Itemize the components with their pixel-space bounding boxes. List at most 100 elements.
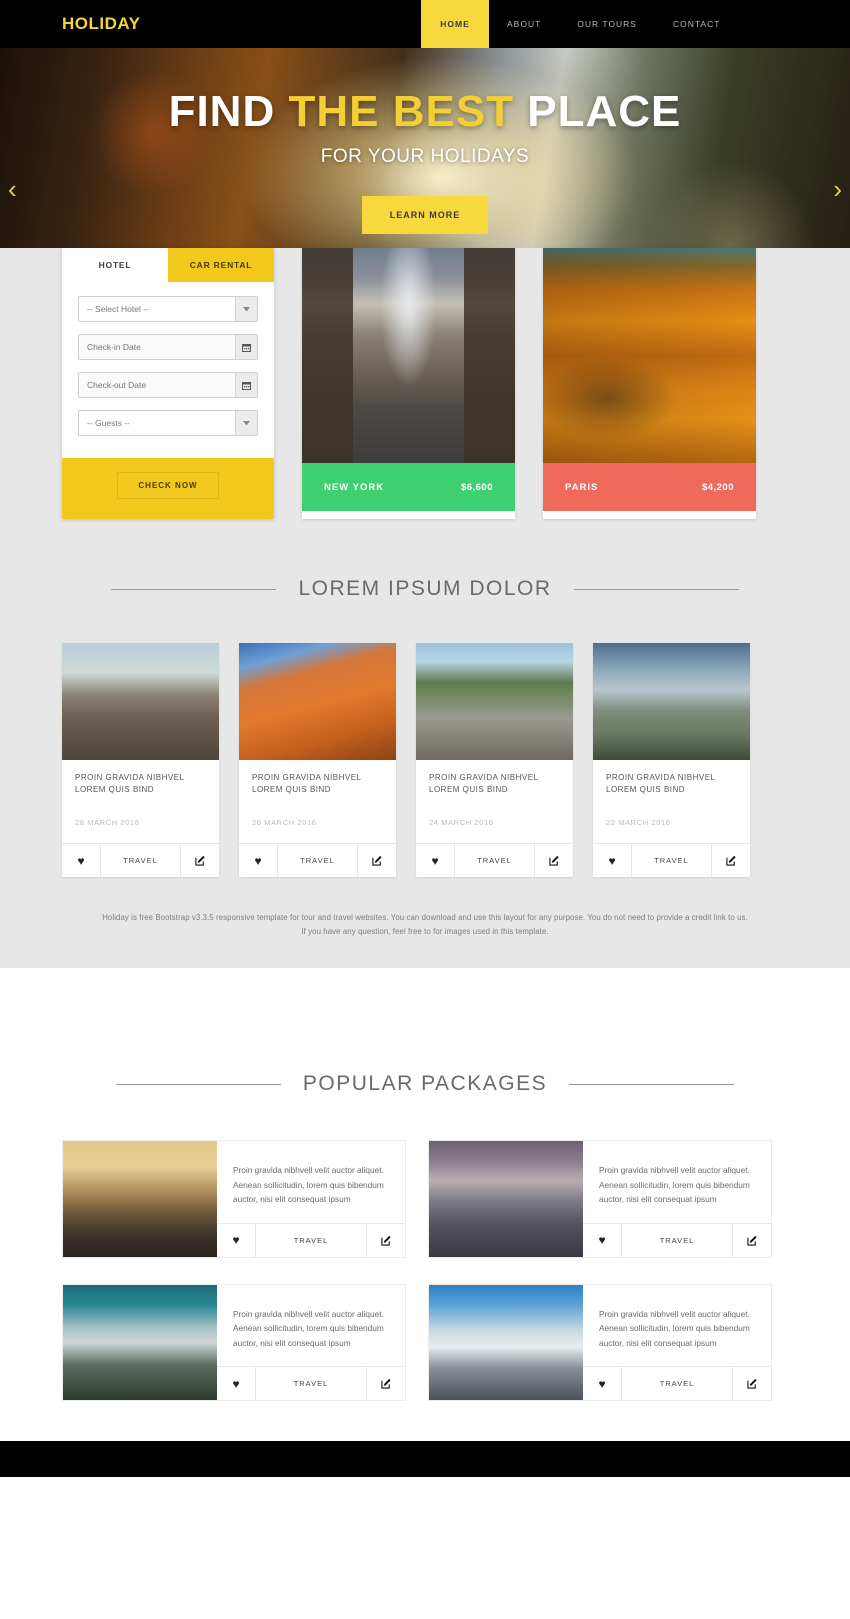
blog-category[interactable]: TRAVEL: [454, 844, 535, 877]
booking-form: -- Select Hotel -- Check-in Date Check-o…: [62, 282, 274, 458]
hotel-select[interactable]: -- Select Hotel --: [78, 296, 258, 322]
blog-card[interactable]: PROIN GRAVIDA NIBHVEL LOREM QUIS BIND 28…: [62, 643, 219, 877]
blog-body: PROIN GRAVIDA NIBHVEL LOREM QUIS BIND 24…: [416, 760, 573, 843]
booking-footer: CHECK NOW: [62, 458, 274, 519]
calendar-icon[interactable]: [235, 335, 257, 359]
package-card[interactable]: Proin gravida nibhvell velit auctor aliq…: [428, 1140, 772, 1258]
blog-footer: ♥ TRAVEL: [416, 843, 573, 877]
packages-section-heading: POPULAR PACKAGES: [0, 1014, 850, 1096]
heart-icon[interactable]: ♥: [217, 1367, 255, 1400]
learn-more-button[interactable]: LEARN MORE: [361, 196, 489, 234]
heart-icon[interactable]: ♥: [416, 844, 454, 877]
brand-logo[interactable]: HOLIDAY: [62, 14, 140, 34]
destination-name: PARIS: [565, 481, 599, 493]
grey-section: HOTEL CAR RENTAL -- Select Hotel -- Chec…: [0, 248, 850, 969]
tab-car-rental[interactable]: CAR RENTAL: [168, 248, 274, 282]
package-category[interactable]: TRAVEL: [255, 1367, 367, 1401]
edit-icon[interactable]: [733, 1367, 771, 1400]
destination-bar: PARIS $4,200: [543, 463, 756, 511]
section-title: POPULAR PACKAGES: [302, 1072, 548, 1096]
blog-card[interactable]: PROIN GRAVIDA NIBHVEL LOREM QUIS BIND 24…: [416, 643, 573, 877]
package-content: Proin gravida nibhvell velit auctor aliq…: [583, 1141, 771, 1257]
heart-icon[interactable]: ♥: [217, 1224, 255, 1257]
heart-icon[interactable]: ♥: [62, 844, 100, 877]
packages-grid: Proin gravida nibhvell velit auctor aliq…: [0, 1096, 850, 1402]
blog-image: [416, 643, 573, 760]
hotel-select-field: -- Select Hotel --: [78, 296, 258, 322]
checkin-date-input[interactable]: [78, 334, 258, 360]
nav-item-contact[interactable]: CONTACT: [655, 0, 738, 48]
check-now-button[interactable]: CHECK NOW: [117, 472, 219, 499]
blog-category[interactable]: TRAVEL: [631, 844, 712, 877]
edit-icon[interactable]: [733, 1224, 771, 1257]
blog-body: PROIN GRAVIDA NIBHVEL LOREM QUIS BIND 26…: [239, 760, 396, 843]
destination-image-new-york: [302, 248, 515, 463]
package-text: Proin gravida nibhvell velit auctor aliq…: [233, 1308, 384, 1348]
edit-icon[interactable]: [358, 844, 396, 877]
blog-card[interactable]: PROIN GRAVIDA NIBHVEL LOREM QUIS BIND 26…: [239, 643, 396, 877]
package-card[interactable]: Proin gravida nibhvell velit auctor aliq…: [62, 1140, 406, 1258]
calendar-icon[interactable]: [235, 373, 257, 397]
blog-body: PROIN GRAVIDA NIBHVEL LOREM QUIS BIND 22…: [593, 760, 750, 843]
blog-title: PROIN GRAVIDA NIBHVEL LOREM QUIS BIND: [75, 773, 185, 794]
destination-card[interactable]: PARIS $4,200: [543, 248, 756, 519]
package-category[interactable]: TRAVEL: [621, 1223, 733, 1257]
edit-icon[interactable]: [181, 844, 219, 877]
hero-title: FIND THE BEST PLACE: [0, 90, 850, 134]
blog-image: [593, 643, 750, 760]
package-content: Proin gravida nibhvell velit auctor aliq…: [217, 1285, 405, 1401]
blog-card[interactable]: PROIN GRAVIDA NIBHVEL LOREM QUIS BIND 22…: [593, 643, 750, 877]
blog-title: PROIN GRAVIDA NIBHVEL LOREM QUIS BIND: [606, 773, 716, 794]
package-image: [63, 1284, 217, 1401]
blog-category[interactable]: TRAVEL: [100, 844, 181, 877]
package-card[interactable]: Proin gravida nibhvell velit auctor aliq…: [428, 1283, 772, 1402]
chevron-down-icon[interactable]: [235, 297, 257, 321]
nav-item-home[interactable]: HOME: [421, 0, 489, 48]
destination-card[interactable]: NEW YORK $6,600: [302, 248, 515, 519]
edit-icon[interactable]: [712, 844, 750, 877]
hero-title-part2: PLACE: [514, 87, 682, 136]
blog-footer: ♥ TRAVEL: [593, 843, 750, 877]
package-image: [63, 1141, 217, 1257]
blog-body: PROIN GRAVIDA NIBHVEL LOREM QUIS BIND 28…: [62, 760, 219, 843]
package-card[interactable]: Proin gravida nibhvell velit auctor aliq…: [62, 1283, 406, 1402]
heart-icon[interactable]: ♥: [583, 1367, 621, 1400]
blog-image: [239, 643, 396, 760]
checkout-date-input[interactable]: [78, 372, 258, 398]
blog-category[interactable]: TRAVEL: [277, 844, 358, 877]
edit-icon[interactable]: [535, 844, 573, 877]
blog-title: PROIN GRAVIDA NIBHVEL LOREM QUIS BIND: [252, 773, 362, 794]
package-footer: ♥ TRAVEL: [583, 1222, 771, 1257]
divider-right: [573, 588, 739, 590]
heart-icon[interactable]: ♥: [239, 844, 277, 877]
carousel-prev-icon[interactable]: ‹: [8, 176, 17, 202]
nav-item-about[interactable]: ABOUT: [489, 0, 559, 48]
section-title: LOREM IPSUM DOLOR: [298, 577, 552, 600]
heart-icon[interactable]: ♥: [583, 1224, 621, 1257]
footer: [0, 1441, 850, 1478]
guests-select[interactable]: -- Guests --: [78, 410, 258, 436]
package-category[interactable]: TRAVEL: [621, 1367, 733, 1401]
blog-title: PROIN GRAVIDA NIBHVEL LOREM QUIS BIND: [429, 773, 539, 794]
blog-section-heading: LOREM IPSUM DOLOR: [0, 519, 850, 601]
chevron-down-icon[interactable]: [235, 411, 257, 435]
edit-icon[interactable]: [367, 1367, 405, 1400]
package-text: Proin gravida nibhvell velit auctor aliq…: [233, 1165, 384, 1205]
heart-icon[interactable]: ♥: [593, 844, 631, 877]
booking-tabs: HOTEL CAR RENTAL: [62, 248, 274, 282]
template-blurb: Holiday is free Bootstrap v3.3.5 respons…: [102, 913, 748, 936]
package-content: Proin gravida nibhvell velit auctor aliq…: [217, 1141, 405, 1257]
divider-left: [111, 588, 277, 590]
package-category[interactable]: TRAVEL: [255, 1223, 367, 1257]
destination-bar: NEW YORK $6,600: [302, 463, 515, 511]
divider-right: [569, 1083, 735, 1085]
package-footer: ♥ TRAVEL: [217, 1366, 405, 1401]
tab-hotel[interactable]: HOTEL: [62, 248, 168, 282]
edit-icon[interactable]: [367, 1224, 405, 1257]
nav-item-our-tours[interactable]: OUR TOURS: [559, 0, 655, 48]
blog-date: 26 MARCH 2016: [252, 818, 317, 827]
blog-image: [62, 643, 219, 760]
page-root: HOLIDAY HOME ABOUT OUR TOURS CONTACT ‹ ›…: [0, 0, 850, 1478]
carousel-next-icon[interactable]: ›: [833, 176, 842, 202]
package-footer: ♥ TRAVEL: [583, 1366, 771, 1401]
